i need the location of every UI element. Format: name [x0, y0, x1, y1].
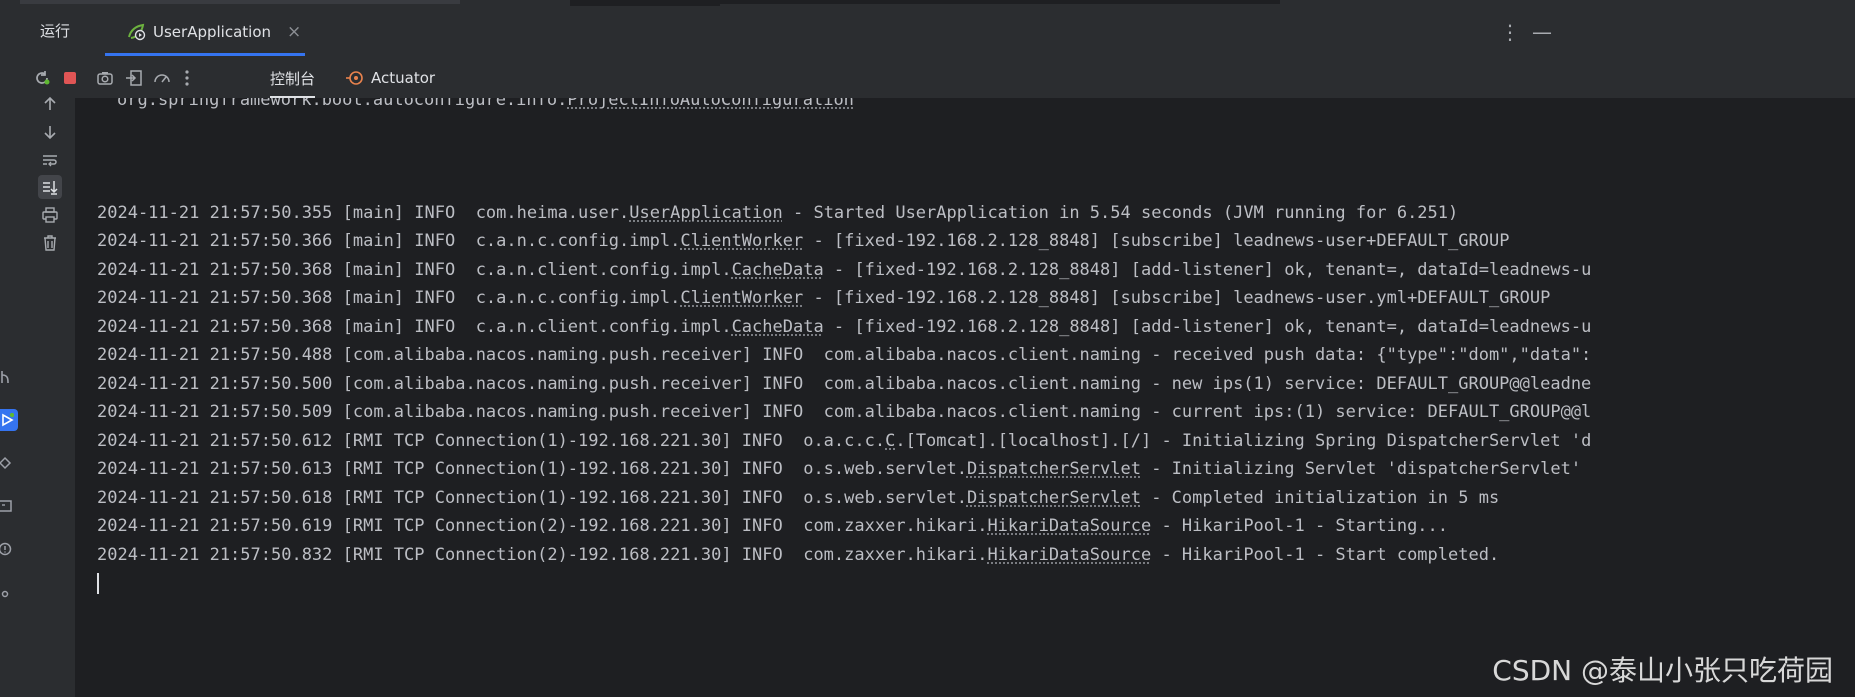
- log-line: 2024-11-21 21:57:50.368 [main] INFO c.a.…: [97, 260, 1592, 280]
- active-tab-indicator: [105, 53, 305, 56]
- log-line: 2024-11-21 21:57:50.619 [RMI TCP Connect…: [97, 516, 1449, 536]
- log-line: 2024-11-21 21:57:50.355 [main] INFO com.…: [97, 203, 1459, 223]
- log-line: 2024-11-21 21:57:50.368 [main] INFO c.a.…: [97, 288, 1551, 308]
- console-side-toolbar: [20, 96, 75, 697]
- editor-edge-code-right: [980, 0, 1280, 4]
- print-icon[interactable]: [38, 203, 62, 227]
- tab-label: UserApplication: [153, 23, 272, 41]
- more-actions-icon[interactable]: [175, 66, 199, 90]
- left-tool-strip: [0, 0, 21, 697]
- log-line: org.springframework.boot.autoconfigure.i…: [117, 98, 854, 110]
- log-class-link[interactable]: DispatcherServlet: [967, 459, 1141, 479]
- vertical-scrollbar[interactable]: [1849, 98, 1855, 697]
- run-tool-window: 运行 UserApplication × ⋮ — 控制台 Actuator or…: [20, 0, 1855, 697]
- camera-icon[interactable]: [93, 66, 117, 90]
- terminal-icon[interactable]: [0, 495, 16, 517]
- text-cursor: [97, 573, 99, 594]
- spring-run-icon: [128, 23, 146, 41]
- soft-wrap-icon[interactable]: [38, 148, 62, 172]
- actuator-icon: [346, 71, 363, 85]
- stop-icon[interactable]: [58, 66, 82, 90]
- log-line: 2024-11-21 21:57:50.368 [main] INFO c.a.…: [97, 317, 1592, 337]
- log-line: 2024-11-21 21:57:50.832 [RMI TCP Connect…: [97, 545, 1500, 565]
- log-class-link[interactable]: HikariDataSource: [987, 516, 1151, 536]
- watermark: CSDN @泰山小张只吃荷园: [1492, 654, 1833, 687]
- editor-edge-gutter: [570, 0, 720, 6]
- scroll-up-icon[interactable]: [38, 92, 62, 116]
- log-class-link[interactable]: ClientWorker: [680, 231, 803, 251]
- tool-window-header: 运行 UserApplication × ⋮ —: [20, 8, 1855, 56]
- problems-icon[interactable]: [0, 538, 16, 560]
- editor-edge-left: [20, 0, 460, 4]
- log-class-link[interactable]: CacheData: [732, 317, 824, 337]
- more-options-icon[interactable]: ⋮: [1500, 20, 1520, 44]
- minimize-icon[interactable]: —: [1532, 20, 1552, 44]
- console-output[interactable]: org.springframework.boot.autoconfigure.i…: [75, 98, 1855, 697]
- log-class-link[interactable]: HikariDataSource: [987, 545, 1151, 565]
- log-line: 2024-11-21 21:57:50.366 [main] INFO c.a.…: [97, 231, 1510, 251]
- tab-actuator-label: Actuator: [371, 69, 436, 87]
- clear-all-icon[interactable]: [38, 231, 62, 255]
- tab-actuator[interactable]: Actuator: [345, 68, 435, 88]
- services-icon[interactable]: [0, 452, 16, 474]
- run-window-title: 运行: [40, 22, 71, 40]
- run-tool-icon[interactable]: [0, 409, 18, 431]
- run-toolbar: 控制台 Actuator: [20, 58, 1855, 98]
- log-class-link[interactable]: C: [885, 431, 895, 451]
- log-class-link[interactable]: ProjectInfoAutoConfiguration: [567, 98, 854, 110]
- exit-icon[interactable]: [122, 66, 146, 90]
- log-class-link[interactable]: ClientWorker: [680, 288, 803, 308]
- log-line: 2024-11-21 21:57:50.509 [com.alibaba.nac…: [97, 402, 1592, 422]
- git-branch-icon[interactable]: [0, 366, 16, 388]
- tab-console-label: 控制台: [270, 70, 316, 88]
- gauge-icon[interactable]: [150, 66, 174, 90]
- scroll-down-icon[interactable]: [38, 120, 62, 144]
- log-line: 2024-11-21 21:57:50.500 [com.alibaba.nac…: [97, 374, 1592, 394]
- editor-edge: [20, 0, 1855, 6]
- log-class-link[interactable]: UserApplication: [629, 203, 783, 223]
- scroll-to-end-icon[interactable]: [38, 175, 62, 199]
- log-line: 2024-11-21 21:57:50.488 [com.alibaba.nac…: [97, 345, 1592, 365]
- git-icon[interactable]: [0, 580, 16, 602]
- tab-console[interactable]: 控制台: [270, 68, 316, 98]
- log-line: 2024-11-21 21:57:50.613 [RMI TCP Connect…: [97, 459, 1582, 479]
- close-icon[interactable]: ×: [287, 22, 301, 42]
- tab-user-application[interactable]: UserApplication ×: [105, 8, 305, 56]
- log-line: 2024-11-21 21:57:50.618 [RMI TCP Connect…: [97, 488, 1500, 508]
- log-class-link[interactable]: CacheData: [732, 260, 824, 280]
- log-line: 2024-11-21 21:57:50.612 [RMI TCP Connect…: [97, 431, 1592, 451]
- editor-edge-code: [720, 0, 980, 4]
- log-class-link[interactable]: DispatcherServlet: [967, 488, 1141, 508]
- rerun-icon[interactable]: [30, 66, 54, 90]
